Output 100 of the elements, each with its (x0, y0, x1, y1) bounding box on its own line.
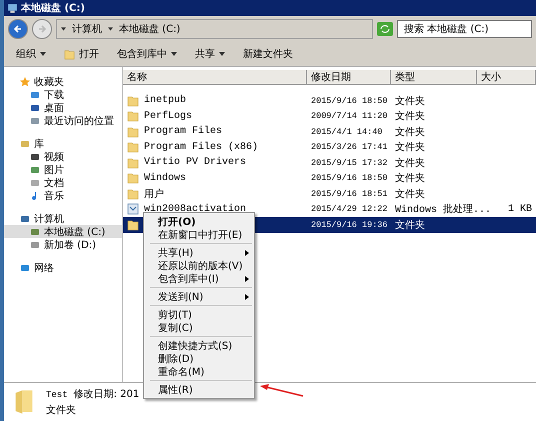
caret-icon (219, 52, 225, 56)
sidebar-label: 网络 (34, 262, 54, 274)
submenu-arrow-icon (245, 250, 249, 256)
menu-item[interactable]: 共享(H) (144, 246, 254, 259)
folder-icon (127, 141, 139, 154)
folder-icon (127, 126, 139, 138)
type-cell-text: 文件夹 (395, 126, 425, 139)
toolbar-button[interactable]: 组织 (14, 45, 48, 63)
caret-icon (61, 27, 66, 31)
column-header[interactable]: 大小 (477, 70, 536, 84)
menu-item[interactable]: 创建快捷方式(S) (144, 339, 254, 352)
sidebar-item[interactable]: 图片 (4, 163, 122, 176)
type-cell-text: 文件夹 (395, 188, 425, 201)
file-row[interactable]: PerfLogs 2009/7/14 11:20 文件夹 (123, 108, 536, 124)
menu-item[interactable]: 删除(D) (144, 352, 254, 365)
back-arrow-icon (13, 24, 23, 34)
sidebar-label: 计算机 (34, 212, 64, 226)
folder-icon (127, 188, 139, 200)
file-row[interactable]: Program Files (x86) 2015/3/26 17:41 文件夹 (123, 140, 536, 155)
date-cell: 2015/9/16 18:50 (311, 173, 388, 184)
file-row[interactable]: Windows 2015/9/16 18:50 文件夹 (123, 170, 536, 186)
file-row[interactable]: win2008activation 2015/4/29 12:22 Windows 批处理... 1 KB (123, 202, 536, 217)
sidebar-label: 库 (34, 138, 44, 150)
sidebar-item[interactable]: 下载 (4, 88, 122, 101)
back-button[interactable] (8, 19, 28, 39)
date-cell: 2015/9/16 18:51 (311, 188, 388, 199)
menu-item[interactable]: 复制(C) (144, 321, 254, 334)
sidebar-label: 收藏夹 (34, 76, 64, 88)
folder-icon (127, 94, 139, 107)
folder-icon (14, 389, 34, 415)
file-name: PerfLogs (144, 110, 192, 122)
date-cell: 2015/9/15 17:32 (311, 158, 388, 168)
column-header[interactable]: 名称 (123, 70, 307, 84)
menu-item[interactable]: 打开(O) (144, 215, 254, 228)
toolbar-button[interactable]: 新建文件夹 (241, 45, 295, 63)
script-file-icon (127, 203, 139, 216)
column-header[interactable]: 类型 (391, 70, 477, 84)
caret-icon (108, 27, 113, 31)
sidebar-label: 音乐 (44, 190, 64, 202)
column-header[interactable]: 修改日期 (307, 70, 391, 84)
toolbar-button[interactable]: 共享 (193, 45, 227, 63)
breadcrumb[interactable]: 计算机 (72, 22, 102, 36)
file-name: Test (46, 390, 68, 400)
file-row[interactable]: inetpub 2015/9/16 18:50 文件夹 (123, 93, 536, 108)
toolbar-button[interactable]: 打开 (62, 45, 101, 63)
sidebar-heading[interactable]: 库 (4, 137, 122, 150)
menu-item[interactable]: 重命名(M) (144, 365, 254, 378)
sidebar-item[interactable]: 桌面 (4, 101, 122, 114)
menu-item[interactable]: 还原以前的版本(V) (144, 259, 254, 272)
window-title-text: 本地磁盘 (C:) (21, 2, 85, 15)
sidebar-item[interactable]: 文档 (4, 176, 122, 189)
file-name: Program Files (x86) (144, 142, 258, 153)
folder-icon (127, 172, 139, 184)
sidebar-label: 最近访问的位置 (44, 114, 114, 128)
date-cell: 2009/7/14 11:20 (311, 111, 388, 122)
forward-button[interactable] (32, 19, 52, 39)
sidebar-item[interactable]: 音乐 (4, 189, 122, 202)
size-cell: 1 KB (508, 204, 532, 215)
sidebar-heading[interactable]: 收藏夹 (4, 75, 122, 88)
toolbar-button[interactable]: 包含到库中 (115, 45, 179, 63)
menu-item[interactable]: 剪切(T) (144, 308, 254, 321)
type-cell-text: Windows 批处理... (395, 202, 492, 216)
date-cell: 2015/9/16 19:36 (311, 220, 388, 230)
sidebar-item[interactable]: 新加卷 (D:) (4, 238, 122, 251)
sidebar-item[interactable]: 最近访问的位置 (4, 114, 122, 127)
file-row[interactable]: 用户 2015/9/16 18:51 文件夹 (123, 186, 536, 202)
file-name: win2008activation (144, 204, 246, 215)
menu-item[interactable]: 发送到(N) (144, 290, 254, 303)
caret-icon (171, 52, 177, 56)
pointer-arrow (260, 383, 304, 397)
search-field[interactable]: 搜索 本地磁盘 (C:) (397, 20, 532, 38)
sidebar-label: 图片 (44, 164, 64, 176)
address-bar[interactable]: 计算机 本地磁盘 (C:) (56, 19, 373, 39)
breadcrumb[interactable]: 本地磁盘 (C:) (119, 22, 180, 36)
submenu-arrow-icon (245, 276, 249, 282)
type-cell-text: 文件夹 (395, 110, 425, 124)
file-row[interactable]: Program Files 2015/4/1 14:40 文件夹 (123, 124, 536, 140)
type-cell-text: 文件夹 (395, 140, 425, 154)
menu-item[interactable]: 包含到库中(I) (144, 272, 254, 285)
file-row[interactable]: Virtio PV Drivers 2015/9/15 17:32 文件夹 (123, 155, 536, 170)
forward-arrow-icon (37, 24, 47, 34)
type-cell-text: 文件夹 (395, 94, 425, 108)
sidebar-item[interactable]: 本地磁盘 (C:) (4, 225, 122, 238)
file-name: 用户 (144, 188, 164, 201)
caret-icon (40, 52, 46, 56)
type-cell-text: 文件夹 (395, 172, 425, 186)
sidebar-label: 视频 (44, 150, 64, 164)
sidebar-heading[interactable]: 计算机 (4, 212, 122, 225)
refresh-icon[interactable] (377, 22, 393, 36)
sidebar-heading[interactable]: 网络 (4, 261, 122, 274)
sidebar-label: 下载 (44, 88, 64, 102)
file-name: Program Files (144, 126, 222, 138)
sidebar-label: 新加卷 (D:) (44, 238, 96, 252)
date-cell: 2015/9/16 18:50 (311, 96, 388, 106)
date-cell: 2015/3/26 17:41 (311, 142, 388, 152)
menu-item[interactable]: 属性(R) (144, 383, 254, 396)
submenu-arrow-icon (245, 294, 249, 300)
date-cell: 2015/4/1 14:40 (311, 126, 382, 137)
folder-icon (127, 110, 139, 122)
sidebar-item[interactable]: 视频 (4, 150, 122, 163)
